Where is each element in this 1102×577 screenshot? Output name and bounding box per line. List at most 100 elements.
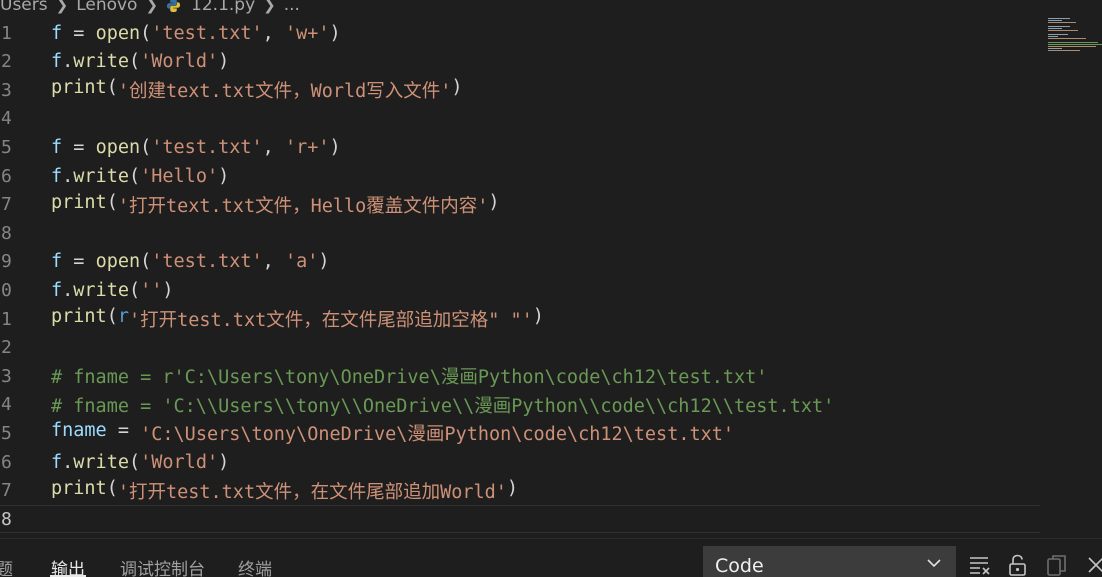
close-icon[interactable]	[1084, 553, 1102, 577]
code-operator: )	[218, 51, 230, 73]
code-line[interactable]: 3 # fname = r'C:\Users\tony\OneDrive\漫画Py…	[0, 362, 1040, 390]
code-operator: (	[106, 306, 118, 327]
line-number: 5	[1, 422, 12, 444]
code-content: print('创建text.txt文件，World写入文件')	[51, 77, 463, 103]
code-string: 'test.txt'	[151, 251, 263, 273]
breadcrumb-more[interactable]: ...	[284, 0, 300, 15]
code-string: '打开test.txt文件，在文件尾部追加空格" "'	[128, 310, 533, 331]
code-content: f. write('World')	[51, 51, 229, 72]
code-function: print	[51, 77, 107, 99]
line-number: 0	[1, 279, 12, 301]
code-line[interactable]: 6 f. write('World')	[0, 448, 1040, 476]
breadcrumb-item-users[interactable]: Users	[0, 0, 48, 15]
code-string: 'C:\Users\tony\OneDrive\漫画Python\code\ch…	[140, 424, 735, 446]
line-number: 3	[1, 365, 12, 387]
code-operator: .	[62, 51, 74, 73]
code-line[interactable]: 4 # fname = 'C:\\Users\\tony\\OneDrive\\漫…	[0, 391, 1040, 419]
code-operator: )	[318, 251, 330, 273]
code-variable: f	[51, 165, 63, 187]
code-operator: (	[106, 77, 118, 99]
code-function: print	[51, 306, 107, 327]
line-number: 2	[1, 51, 12, 73]
code-line[interactable]: 3 print('创建text.txt文件，World写入文件')	[0, 76, 1040, 104]
code-string: ''	[140, 279, 163, 301]
tab-problems[interactable]: 题	[0, 555, 13, 577]
code-line[interactable]: 5 f = open('test.txt', 'r+')	[0, 133, 1040, 161]
breadcrumb-item-lenovo[interactable]: Lenovo	[76, 0, 137, 15]
code-line[interactable]: 8	[0, 219, 1040, 247]
code-line[interactable]: 8	[0, 505, 1040, 534]
code-line[interactable]: 9 f = open('test.txt', 'a')	[0, 248, 1040, 276]
code-operator: )	[451, 77, 463, 99]
code-operator: (	[128, 165, 141, 187]
code-line[interactable]: 5 fname = 'C:\Users\tony\OneDrive\漫画Pytho…	[0, 419, 1040, 447]
chevron-down-icon	[926, 554, 942, 570]
code-content: f. write('')	[51, 280, 174, 301]
output-channel-value: Code	[715, 555, 764, 577]
code-line[interactable]: 1 print(r '打开test.txt文件，在文件尾部追加空格" "')	[0, 305, 1040, 333]
code-line[interactable]: 6 f. write('Hello')	[0, 162, 1040, 190]
clear-output-icon[interactable]	[968, 553, 992, 577]
code-operator: )	[506, 477, 519, 499]
code-operator: (	[140, 22, 152, 44]
tab-output[interactable]: 输出	[51, 555, 85, 577]
code-function: open	[95, 136, 141, 158]
tab-terminal[interactable]: 终端	[238, 555, 272, 577]
code-content: print('打开test.txt文件，在文件尾部追加World')	[51, 478, 518, 504]
code-content: f = open('test.txt', 'r+')	[51, 137, 341, 158]
line-number: 1	[1, 308, 12, 330]
code-line[interactable]: 4	[0, 105, 1040, 133]
line-number: 9	[1, 251, 12, 273]
code-function: open	[95, 251, 141, 273]
line-number: 7	[1, 480, 12, 502]
code-operator: .	[62, 279, 74, 301]
code-operator: =	[62, 136, 96, 158]
code-prefix: r	[117, 306, 129, 327]
code-variable: fname	[51, 420, 107, 442]
code-line[interactable]: 1 f = open('test.txt', 'w+')	[0, 19, 1040, 47]
code-string: 'test.txt'	[151, 22, 263, 44]
code-comment: # fname = r'C:\Users\tony\OneDrive\漫画Pyt…	[51, 367, 768, 389]
code-operator: (	[140, 136, 152, 158]
line-number: 8	[1, 508, 12, 530]
code-line[interactable]: 2 f. write('World')	[0, 48, 1040, 76]
output-channel-select[interactable]: Code	[703, 546, 956, 577]
tab-debug-console[interactable]: 调试控制台	[120, 555, 205, 577]
code-string: '打开text.txt文件，Hello覆盖文件内容'	[117, 195, 489, 217]
code-line[interactable]: 2	[0, 334, 1040, 362]
code-operator: ,	[262, 136, 285, 158]
code-variable: f	[51, 22, 63, 44]
panel-bar: 题 输出 调试控制台 终端 Code	[0, 538, 1102, 577]
breadcrumb-item-file[interactable]: 12.1.py	[191, 0, 255, 15]
code-operator: (	[140, 251, 152, 273]
code-operator: (	[128, 279, 141, 301]
code-content: print('打开text.txt文件，Hello覆盖文件内容')	[51, 192, 500, 218]
code-line[interactable]: 7 print('打开test.txt文件，在文件尾部追加World')	[0, 477, 1040, 505]
code-operator: (	[128, 51, 141, 73]
code-function: print	[51, 191, 107, 213]
code-operator: ,	[262, 251, 285, 273]
chevron-right-icon: ❯	[145, 0, 159, 14]
line-number: 4	[1, 394, 12, 416]
code-comment: # fname = 'C:\\Users\\tony\\OneDrive\\漫画…	[51, 395, 835, 417]
code-line[interactable]: 7 print('打开text.txt文件，Hello覆盖文件内容')	[0, 191, 1040, 219]
code-operator: .	[62, 165, 74, 187]
code-variable: f	[51, 136, 63, 158]
code-variable: f	[51, 451, 63, 473]
line-number: 3	[1, 79, 12, 101]
line-number: 7	[1, 194, 12, 216]
code-string: 'w+'	[284, 22, 330, 44]
lock-icon[interactable]	[1006, 553, 1030, 577]
breadcrumb: Users ❯ Lenovo ❯ 12.1.py ❯ ...	[0, 0, 300, 16]
code-function: write	[73, 451, 129, 473]
minimap[interactable]	[1048, 18, 1102, 58]
code-line[interactable]: 0 f. write('')	[0, 276, 1040, 304]
code-editor[interactable]: 1f = open('test.txt', 'w+') 2 f. write('Wor…	[0, 19, 1040, 537]
copy-icon[interactable]	[1045, 553, 1069, 577]
code-function: write	[73, 279, 129, 301]
code-content: # fname = 'C:\\Users\\tony\\OneDrive\\漫画…	[51, 392, 834, 418]
code-operator: )	[532, 306, 544, 327]
code-operator: .	[62, 451, 74, 473]
code-operator: =	[62, 251, 96, 273]
code-variable: f	[51, 279, 63, 301]
